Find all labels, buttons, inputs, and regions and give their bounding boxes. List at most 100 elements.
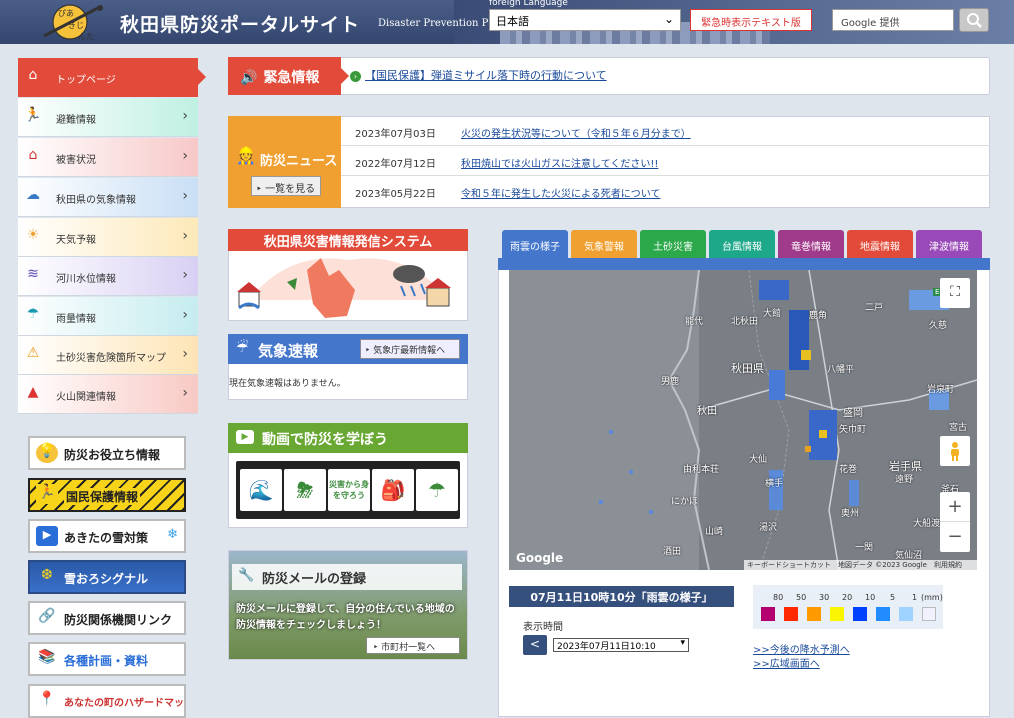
legend-swatch [876, 607, 890, 621]
caret-right-icon: ‣ [365, 346, 374, 356]
home-icon: ⌂ [28, 67, 38, 83]
weather-alert-status: 現在気象速報はありません。 [229, 379, 346, 389]
banner-snow-measures[interactable]: ▶ あきたの雪対策 ❄ [28, 519, 186, 553]
news-title-link[interactable]: 秋田焼山では火山ガスに注意してください!! [461, 155, 658, 170]
tab-tornado[interactable]: 竜巻情報 [778, 230, 844, 258]
zoom-in-button[interactable]: + [940, 492, 970, 522]
street-view-pegman-icon[interactable] [940, 436, 970, 466]
banner-useful-info[interactable]: 💡 防災お役立ち情報 [28, 436, 186, 470]
map-place-label: 宮古 [949, 423, 968, 433]
search-button[interactable] [959, 8, 989, 32]
map-place-label: 久慈 [929, 321, 948, 331]
svg-text:きじ: きじ [68, 21, 84, 30]
emergency-heading-text: 緊急情報 [263, 70, 320, 86]
banner-civil-protection[interactable]: 🏃 国民保護情報 [28, 478, 186, 512]
map-attribution[interactable]: キーボードショートカット 地図データ ©2023 Google 利用規約 [744, 560, 977, 570]
legend-swatch [830, 607, 844, 621]
news-more-button[interactable]: ‣ 一覧を見る [251, 176, 321, 196]
video-filmstrip[interactable]: 🌊 ⛈ 災害から身を守ろう 🎒 ☂ [236, 461, 460, 519]
search-input[interactable]: Google 提供 [832, 9, 954, 31]
tab-typhoon[interactable]: 台風情報 [709, 230, 775, 258]
map-place-label: 酒田 [663, 547, 682, 557]
display-time-label: 表示時間 [523, 622, 563, 633]
tab-landslide[interactable]: 土砂災害 [640, 230, 706, 258]
search-placeholder: Google 提供 [841, 18, 900, 29]
previous-time-button[interactable]: < [523, 635, 547, 655]
legend-value: 50 [796, 593, 807, 602]
emergency-link[interactable]: › 【国民保護】弾道ミサイル落下時の行動について [350, 67, 607, 83]
banner-plans-materials[interactable]: 📚 各種計画・資料 [28, 642, 186, 676]
tab-weather-warnings[interactable]: 気象警報 [571, 230, 637, 258]
site-title[interactable]: 秋田県防災ポータルサイト [120, 10, 360, 37]
municipality-list-label: 市町村一覧へ [381, 643, 436, 653]
news-heading-text: 防災ニュース [260, 154, 338, 169]
tab-tsunami[interactable]: 津波情報 [916, 230, 982, 258]
sidebar-item-damage[interactable]: ⌂ 被害状況 › [18, 138, 198, 177]
sidebar-item-volcano[interactable]: ▲ 火山関連情報 › [18, 375, 198, 414]
news-title-link[interactable]: 火災の発生状況等について（令和５年６月分まで） [461, 125, 691, 140]
chevron-down-icon: ⌄ [663, 12, 674, 26]
tab-earthquake[interactable]: 地震情報 [847, 230, 913, 258]
banner-related-links[interactable]: 🔗 防災関係機関リンク [28, 601, 186, 635]
sidebar-item-river[interactable]: ≋ 河川水位情報 › [18, 257, 198, 296]
caret-right-icon: ‣ [256, 184, 266, 195]
jma-latest-button[interactable]: ‣ 気象庁最新情報へ [360, 339, 460, 359]
video-frame-protect: 災害から身を守ろう [328, 469, 370, 511]
emergency-kit-icon: 🎒 [372, 469, 414, 511]
play-icon: ▶ [236, 430, 254, 444]
zoom-out-button[interactable]: − [940, 522, 970, 552]
news-row: 2023年07月03日 火災の発生状況等について（令和５年６月分まで） [341, 116, 990, 146]
sidebar-item-label: 土砂災害危険箇所マップ [56, 353, 166, 364]
emergency-link-text: 【国民保護】弾道ミサイル落下時の行動について [365, 69, 607, 82]
precipitation-forecast-link[interactable]: >>今後の降水予測へ [753, 641, 850, 656]
pegman-figure [951, 442, 959, 461]
mail-heading-text: 防災メールの登録 [262, 572, 367, 587]
sidebar-item-top[interactable]: ⌂ トップページ [18, 58, 206, 97]
language-select[interactable]: 日本語 ⌄ [489, 9, 681, 31]
fullscreen-icon[interactable]: ⛶ [940, 278, 970, 308]
tab-rain-clouds[interactable]: 雨雲の様子 [502, 230, 568, 258]
wide-area-link[interactable]: >>広域画面へ [753, 655, 820, 670]
sidebar-item-evacuation[interactable]: 🏃 避難情報 › [18, 98, 198, 137]
map-place-label: 一関 [855, 543, 874, 553]
legend-value: 30 [819, 593, 830, 602]
news-title-link[interactable]: 令和５年に発生した火災による死者について [461, 185, 660, 200]
map-place-label: 由利本荘 [683, 465, 720, 475]
sidebar-item-rainfall[interactable]: ☂ 雨量情報 › [18, 297, 198, 336]
rain-radar-map[interactable]: 能代 北秋田 大館 鹿角 二戸 久慈 男鹿 秋田県 八幡平 岩泉町 秋田 盛岡 … [509, 270, 977, 570]
water-wave-icon: ≋ [27, 266, 39, 282]
display-time-select[interactable]: 2023年07月11日10:10 ▾ [553, 638, 689, 652]
news-date: 2022年07月12日 [355, 159, 436, 170]
legend-value: 10 [865, 593, 876, 602]
map-zoom-control: + − [940, 492, 970, 552]
site-logo-icon[interactable]: ぴあ きじ んた [38, 2, 118, 42]
video-frame-text: 災害から身を守ろう [329, 480, 369, 500]
legend-value: 20 [842, 593, 853, 602]
sidebar-item-forecast[interactable]: ☀ 天気予報 › [18, 218, 198, 257]
tsunami-wave-icon: 🌊 [240, 469, 282, 511]
map-place-label: 矢巾町 [839, 425, 867, 435]
sidebar-item-weather-info[interactable]: ☁ 秋田県の気象情報 › [18, 178, 198, 217]
map-place-label: 横手 [765, 479, 784, 489]
sun-icon: ☀ [26, 227, 40, 243]
banner-hazard-map[interactable]: 📍 あなたの町のハザードマップ [28, 684, 186, 718]
language-select-value: 日本語 [496, 15, 529, 28]
map-place-label: 二戸 [865, 303, 884, 313]
municipality-list-button[interactable]: ‣ 市町村一覧へ [366, 637, 460, 654]
sidebar-item-landslide[interactable]: ⚠ 土砂災害危険箇所マップ › [18, 336, 198, 375]
emergency-heading: 🔊 緊急情報 [228, 57, 349, 95]
video-heading: ▶ 動画で防災を学ぼう [228, 423, 468, 453]
google-logo: Google [516, 551, 564, 565]
thunderstorm-icon: ⛈ [284, 469, 326, 511]
news-row: 2023年05月22日 令和５年に発生した火災による死者について [341, 176, 990, 206]
warning-icon: ⚠ [26, 345, 40, 361]
chevron-right-icon: › [182, 267, 188, 283]
text-version-button[interactable]: 緊急時表示テキスト版 [690, 9, 812, 31]
map-place-label: にかほ [671, 497, 699, 507]
sidebar-item-label: 避難情報 [56, 115, 96, 126]
wrench-icon: 🔧 [238, 568, 255, 583]
svg-text:んた: んた [78, 32, 94, 41]
news-date: 2023年05月22日 [355, 189, 436, 200]
banner-snow-signal[interactable]: ❆ 雪おろシグナル [28, 560, 186, 594]
circle-arrow-icon: › [350, 71, 361, 82]
